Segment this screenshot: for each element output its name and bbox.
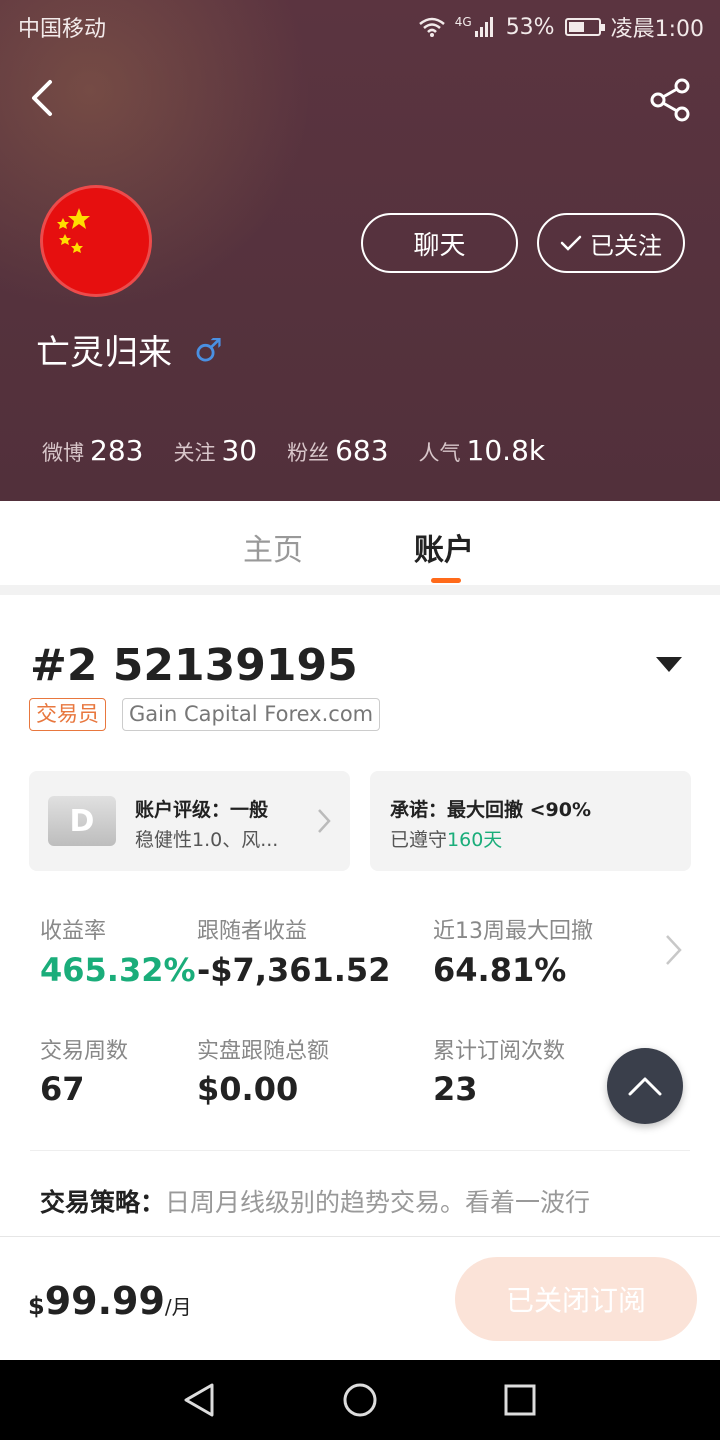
tab-account[interactable]: 账户: [414, 525, 474, 569]
rating-detail: 稳健性1.0、风...: [135, 829, 279, 851]
check-icon: [560, 235, 582, 251]
promise-detail: 已遵守160天: [390, 829, 503, 851]
carrier-label: 中国移动: [18, 17, 107, 42]
stat-fans[interactable]: 粉丝 683: [287, 434, 388, 467]
stat-following[interactable]: 关注 30: [173, 434, 257, 467]
promise-title: 承诺：最大回撤 <90%: [390, 799, 592, 821]
stat-popularity: 人气 10.8k: [418, 434, 546, 467]
broker-tag: Gain Capital Forex.com: [122, 698, 381, 731]
nav-recents-icon[interactable]: [500, 1380, 540, 1420]
account-rating-card[interactable]: D 账户评级：一般 稳健性1.0、风...: [29, 771, 350, 871]
metric-value-max-drawdown: 64.81%: [433, 951, 567, 989]
stat-weibo[interactable]: 微博 283: [42, 434, 143, 467]
battery-icon: [564, 18, 605, 36]
system-nav-bar: [0, 1360, 720, 1440]
flag-stars-icon: [57, 208, 90, 253]
username: 亡灵归来: [36, 333, 172, 373]
metric-value-follower-profit: -$7,361.52: [197, 951, 391, 989]
subscribe-closed-button[interactable]: 已关闭订阅: [455, 1257, 697, 1341]
metric-value-trade-weeks: 67: [40, 1070, 85, 1108]
clock: 凌晨1:00: [610, 17, 704, 42]
strategy-clip: 交易策略：日周月线级别的趋势交易。看着一波行: [0, 1150, 720, 1236]
chat-button-label: 聊天: [413, 230, 466, 261]
nav-home-icon[interactable]: [340, 1380, 380, 1420]
tab-home[interactable]: 主页: [243, 525, 303, 569]
wifi-icon: [418, 17, 445, 37]
metric-value-subscriptions: 23: [433, 1070, 478, 1108]
section-divider: [0, 585, 720, 595]
scroll-to-top-button[interactable]: [607, 1048, 683, 1124]
metric-value-follow-total: $0.00: [197, 1070, 299, 1108]
back-arrow-icon[interactable]: [22, 74, 66, 122]
subscription-price: $99.99/月: [28, 1279, 192, 1323]
username-row: 亡灵归来 ♂: [36, 325, 223, 374]
strategy-text: 交易策略：日周月线级别的趋势交易。看着一波行: [40, 1180, 680, 1226]
promise-days: 160天: [447, 829, 503, 851]
male-gender-icon: ♂: [194, 330, 223, 369]
profile-header: 中国移动 4G 53% 凌晨1:00 聊天 已关注 亡灵归来 ♂ 微博 283 …: [0, 0, 720, 501]
chevron-right-icon: [318, 809, 331, 833]
metrics-chevron-right-icon[interactable]: [664, 933, 684, 967]
nav-back-icon[interactable]: [180, 1380, 220, 1420]
strategy-content: 日周月线级别的趋势交易。看着一波行: [165, 1188, 591, 1217]
battery-percent: 53%: [505, 14, 555, 40]
network-label: 4G: [454, 15, 472, 29]
tab-bar: 主页 账户: [0, 501, 720, 585]
followed-button-label: 已关注: [590, 231, 662, 260]
metric-label-max-drawdown: 近13周最大回撤: [433, 919, 593, 944]
account-dropdown-triangle-icon[interactable]: [656, 657, 682, 672]
account-title: #2 52139195: [30, 640, 358, 691]
metric-label-follow-total: 实盘跟随总额: [197, 1039, 330, 1064]
active-tab-indicator: [431, 578, 461, 583]
promise-card: 承诺：最大回撤 <90% 已遵守160天: [370, 771, 691, 871]
profile-stats: 微博 283 关注 30 粉丝 683 人气 10.8k: [42, 434, 545, 467]
chat-button[interactable]: 聊天: [361, 213, 518, 273]
metric-label-trade-weeks: 交易周数: [40, 1039, 129, 1064]
followed-button[interactable]: 已关注: [537, 213, 685, 273]
subscribe-button-label: 已关闭订阅: [505, 1284, 646, 1317]
arrow-up-icon: [628, 1077, 662, 1096]
metric-value-return: 465.32%: [40, 951, 196, 989]
rating-title: 账户评级：一般: [135, 799, 269, 821]
trader-tag: 交易员: [29, 698, 106, 731]
metric-label-return: 收益率: [40, 919, 107, 944]
avatar[interactable]: [40, 185, 152, 297]
status-right: 4G 53% 凌晨1:00: [418, 11, 704, 43]
status-bar: 中国移动 4G 53% 凌晨1:00: [0, 0, 720, 50]
signal-icon: [474, 17, 493, 37]
share-icon[interactable]: [646, 76, 694, 124]
metric-label-subscriptions: 累计订阅次数: [433, 1039, 566, 1064]
subscription-bar: $99.99/月 已关闭订阅: [0, 1236, 720, 1360]
rating-badge: D: [48, 796, 116, 846]
metric-label-follower-profit: 跟随者收益: [197, 919, 308, 944]
strategy-label: 交易策略：: [40, 1188, 166, 1217]
